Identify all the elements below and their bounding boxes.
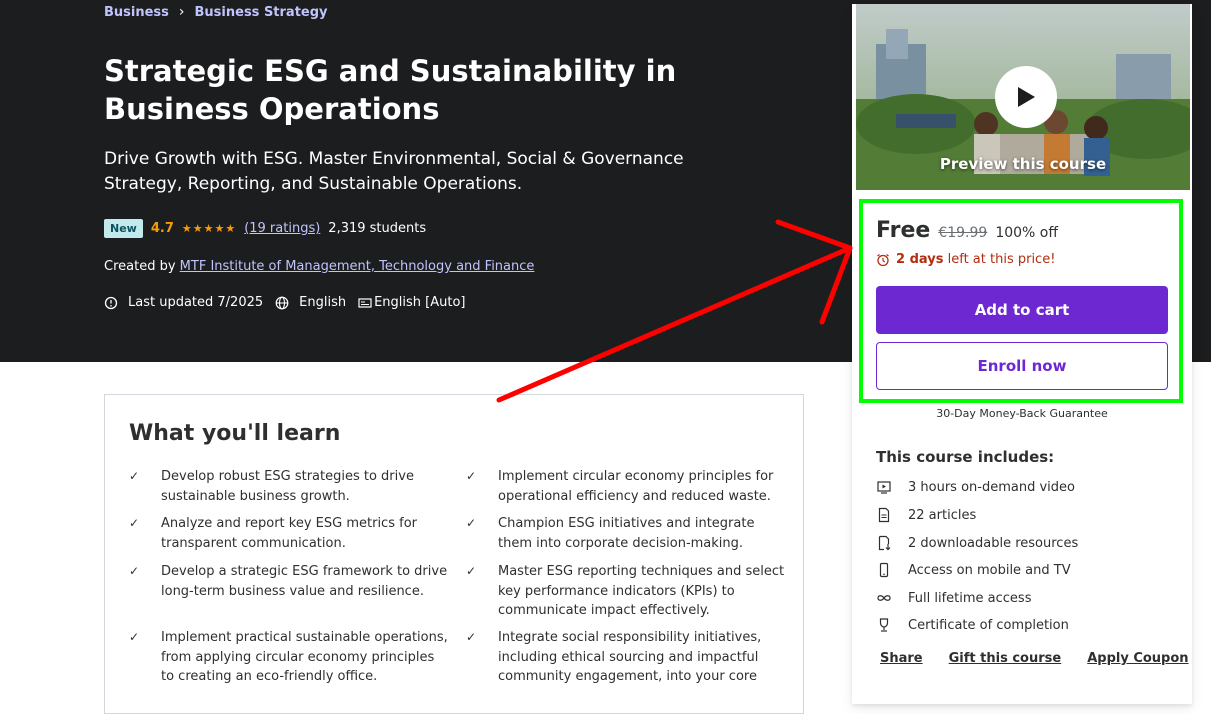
last-updated-text: Last updated 7/2025 <box>128 295 264 310</box>
created-by-label: Created by <box>104 259 176 274</box>
check-icon: ✓ <box>466 630 477 644</box>
learn-item: ✓ Analyze and report key ESG metrics for … <box>129 514 451 553</box>
check-icon: ✓ <box>129 630 140 644</box>
money-back-guarantee: 30-Day Money-Back Guarantee <box>936 407 1108 420</box>
learn-item-text: Develop robust ESG strategies to drive s… <box>161 469 414 504</box>
include-item: 22 articles <box>876 507 976 523</box>
new-badge: New <box>104 219 143 238</box>
rating-row: New 4.7 ★★★★★ (19 ratings) 2,319 student… <box>104 219 426 238</box>
include-item: Certificate of completion <box>876 617 1069 633</box>
star-rating-icon: ★★★★★ <box>181 222 237 235</box>
captions: English [Auto] <box>358 295 466 310</box>
captions-text: English [Auto] <box>374 295 466 310</box>
learn-item: ✓ Implement circular economy principles f… <box>466 467 788 506</box>
learn-item-text: Master ESG reporting techniques and sele… <box>498 564 785 618</box>
learn-item-text: Champion ESG initiatives and integrate t… <box>498 516 755 551</box>
video-icon <box>877 481 891 494</box>
learn-item: ✓ Develop robust ESG strategies to drive … <box>129 467 451 506</box>
ratings-count-link[interactable]: (19 ratings) <box>244 221 320 236</box>
include-item-text: 2 downloadable resources <box>908 535 1079 551</box>
mobile-icon <box>879 562 889 578</box>
learn-item-text: Analyze and report key ESG metrics for t… <box>161 516 417 551</box>
students-count: 2,319 students <box>328 221 427 236</box>
include-item: Full lifetime access <box>876 590 1031 606</box>
includes-title: This course includes: <box>876 448 1055 466</box>
course-meta: Last updated 7/2025 English English [Aut… <box>104 295 478 310</box>
include-item-text: 22 articles <box>908 507 977 523</box>
learn-item-text: Develop a strategic ESG framework to dri… <box>161 564 448 599</box>
created-by: Created by MTF Institute of Management, … <box>104 259 534 274</box>
infinity-icon <box>877 595 891 601</box>
include-item-text: Access on mobile and TV <box>908 562 1071 578</box>
course-preview[interactable]: Preview this course <box>856 4 1190 190</box>
include-item-text: Full lifetime access <box>908 590 1032 606</box>
learn-item: ✓ Master ESG reporting techniques and sel… <box>466 562 788 621</box>
check-icon: ✓ <box>466 564 477 578</box>
language-text: English <box>299 295 347 310</box>
highlight-box <box>859 199 1183 403</box>
learn-title: What you'll learn <box>129 421 341 446</box>
include-item: Access on mobile and TV <box>876 562 1071 578</box>
learn-item-text: Integrate social responsibility initiati… <box>498 630 762 684</box>
include-item-text: Certificate of completion <box>908 617 1069 633</box>
gift-course-link[interactable]: Gift this course <box>949 651 1062 666</box>
play-icon <box>1018 87 1035 107</box>
check-icon: ✓ <box>129 564 140 578</box>
learn-item-text: Implement circular economy principles fo… <box>498 469 774 504</box>
rating-value: 4.7 <box>150 221 174 236</box>
breadcrumb: Business › Business Strategy <box>104 4 328 20</box>
what-youll-learn: What you'll learn ✓ Develop robust ESG st… <box>104 394 804 714</box>
learn-item: ✓ Implement practical sustainable operati… <box>129 628 451 687</box>
preview-label: Preview this course <box>939 155 1107 173</box>
include-item-text: 3 hours on-demand video <box>908 479 1075 495</box>
language: English <box>275 295 346 310</box>
learn-item: ✓ Develop a strategic ESG framework to dr… <box>129 562 451 601</box>
play-button[interactable] <box>995 66 1057 128</box>
creator-link[interactable]: MTF Institute of Management, Technology … <box>180 259 535 274</box>
breadcrumb-business[interactable]: Business <box>104 5 169 20</box>
course-subtitle: Drive Growth with ESG. Master Environmen… <box>104 149 684 194</box>
check-icon: ✓ <box>466 469 477 483</box>
check-icon: ✓ <box>466 516 477 530</box>
check-icon: ✓ <box>129 516 140 530</box>
apply-coupon-link[interactable]: Apply Coupon <box>1087 651 1188 666</box>
share-link[interactable]: Share <box>880 651 923 666</box>
chevron-right-icon: › <box>178 4 185 20</box>
check-icon: ✓ <box>129 469 140 483</box>
learn-item-text: Implement practical sustainable operatio… <box>161 630 448 684</box>
learn-item: ✓ Champion ESG initiatives and integrate … <box>466 514 788 553</box>
include-item: 2 downloadable resources <box>876 535 1078 551</box>
article-icon <box>878 507 890 523</box>
breadcrumb-business-strategy[interactable]: Business Strategy <box>195 5 328 20</box>
closed-captions-icon <box>358 297 372 308</box>
alert-badge-icon <box>104 296 118 309</box>
sidebar-links: Share Gift this course Apply Coupon <box>880 651 1189 666</box>
include-item: 3 hours on-demand video <box>876 479 1075 495</box>
learn-item: ✓ Integrate social responsibility initiat… <box>466 628 788 687</box>
trophy-icon <box>879 618 889 632</box>
last-updated: Last updated 7/2025 <box>104 295 263 310</box>
globe-icon <box>275 296 289 309</box>
course-title: Strategic ESG and Sustainability in Busi… <box>104 54 677 126</box>
download-icon <box>878 535 891 551</box>
